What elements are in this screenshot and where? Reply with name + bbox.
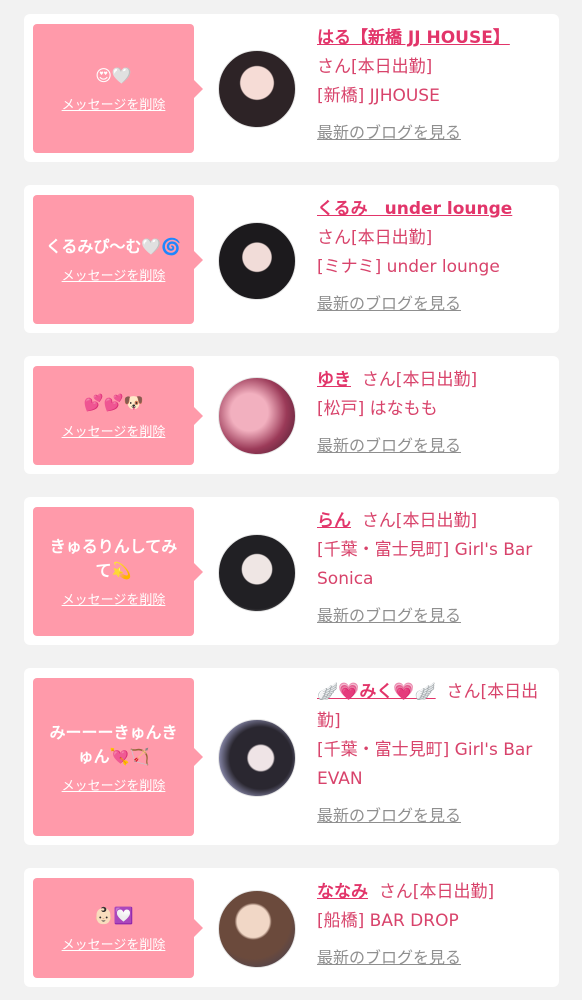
delete-message-link[interactable]: メッセージを削除 xyxy=(62,775,166,794)
blog-link[interactable]: 最新のブログを見る xyxy=(317,943,549,972)
cast-status: さん[本日出勤] xyxy=(361,370,478,390)
shop-name: [千葉・富士見町] Girl's Bar xyxy=(317,540,533,560)
delete-message-link[interactable]: メッセージを削除 xyxy=(62,265,166,284)
shop-name: [ミナミ] under lounge xyxy=(317,257,500,277)
message-bubble: 😍🤍 メッセージを削除 xyxy=(33,24,203,153)
message-text: くるみぴ〜む🤍🌀 xyxy=(45,237,182,256)
message-bubble: きゅるりんしてみて💫 メッセージを削除 xyxy=(33,507,203,636)
cast-name-link[interactable]: はる【新橋 JJ HOUSE】 xyxy=(317,28,510,48)
delete-message-link[interactable]: メッセージを削除 xyxy=(62,421,166,440)
shop-name-cont: Sonica xyxy=(317,569,374,589)
cast-info: らん さん[本日出勤] [千葉・富士見町] Girl's Bar Sonica … xyxy=(317,507,549,630)
message-card: 😍🤍 メッセージを削除 はる【新橋 JJ HOUSE】 さん[本日出勤] [新橋… xyxy=(24,14,559,162)
cast-name-link[interactable]: くるみ under lounge xyxy=(317,199,512,219)
cast-name-link[interactable]: ななみ xyxy=(317,882,368,902)
shop-name: [新橋] JJHOUSE xyxy=(317,86,440,106)
avatar[interactable] xyxy=(218,890,296,968)
message-card: 👶🏻💟 メッセージを削除 ななみ さん[本日出勤] [船橋] BAR DROP … xyxy=(24,868,559,987)
message-bubble: 👶🏻💟 メッセージを削除 xyxy=(33,878,203,978)
message-card: みーーーきゅんきゅん💘🏹 メッセージを削除 🪽💗みく💗🪽 さん[本日出勤] [千… xyxy=(24,668,559,845)
avatar[interactable] xyxy=(218,50,296,128)
delete-message-link[interactable]: メッセージを削除 xyxy=(62,94,166,113)
blog-link[interactable]: 最新のブログを見る xyxy=(317,289,549,318)
shop-name: [千葉・富士見町] Girl's Bar xyxy=(317,740,533,760)
cast-name-link[interactable]: 🪽💗みく💗🪽 xyxy=(317,682,436,702)
cast-status: さん[本日出勤] xyxy=(378,882,495,902)
cast-name-link[interactable]: らん xyxy=(317,511,351,531)
message-text: みーーーきゅんきゅん💘🏹 xyxy=(49,722,178,766)
avatar[interactable] xyxy=(218,719,296,797)
cast-info: ゆき さん[本日出勤] [松戸] はなもも 最新のブログを見る xyxy=(317,366,549,460)
avatar[interactable] xyxy=(218,534,296,612)
message-card: くるみぴ〜む🤍🌀 メッセージを削除 くるみ under lounge さん[本日… xyxy=(24,185,559,333)
cast-info: くるみ under lounge さん[本日出勤] [ミナミ] under lo… xyxy=(317,195,549,318)
message-bubble: みーーーきゅんきゅん💘🏹 メッセージを削除 xyxy=(33,678,203,836)
message-list: 😍🤍 メッセージを削除 はる【新橋 JJ HOUSE】 さん[本日出勤] [新橋… xyxy=(0,0,582,1000)
blog-link[interactable]: 最新のブログを見る xyxy=(317,118,549,147)
message-card: きゅるりんしてみて💫 メッセージを削除 らん さん[本日出勤] [千葉・富士見町… xyxy=(24,497,559,645)
message-bubble: くるみぴ〜む🤍🌀 メッセージを削除 xyxy=(33,195,203,324)
cast-name-link[interactable]: ゆき xyxy=(317,370,351,390)
message-text: きゅるりんしてみて💫 xyxy=(49,537,178,580)
avatar[interactable] xyxy=(218,222,296,300)
shop-name: [船橋] BAR DROP xyxy=(317,911,459,931)
cast-info: はる【新橋 JJ HOUSE】 さん[本日出勤] [新橋] JJHOUSE 最新… xyxy=(317,24,549,147)
message-text: 👶🏻💟 xyxy=(93,905,134,925)
avatar[interactable] xyxy=(218,377,296,455)
cast-status: さん[本日出勤] xyxy=(317,228,433,248)
blog-link[interactable]: 最新のブログを見る xyxy=(317,601,549,630)
message-bubble: 💕💕🐶 メッセージを削除 xyxy=(33,366,203,465)
delete-message-link[interactable]: メッセージを削除 xyxy=(62,934,166,953)
cast-info: 🪽💗みく💗🪽 さん[本日出勤] [千葉・富士見町] Girl's Bar EVA… xyxy=(317,678,549,830)
cast-status: さん[本日出勤] xyxy=(317,57,433,77)
shop-name: [松戸] はなもも xyxy=(317,399,438,419)
message-card: 💕💕🐶 メッセージを削除 ゆき さん[本日出勤] [松戸] はなもも 最新のブロ… xyxy=(24,356,559,474)
delete-message-link[interactable]: メッセージを削除 xyxy=(62,589,166,608)
message-text: 😍🤍 xyxy=(95,66,132,85)
blog-link[interactable]: 最新のブログを見る xyxy=(317,801,549,830)
shop-name-cont: EVAN xyxy=(317,769,363,789)
cast-status: さん[本日出勤] xyxy=(361,511,478,531)
message-text: 💕💕🐶 xyxy=(83,393,144,412)
blog-link[interactable]: 最新のブログを見る xyxy=(317,431,549,460)
cast-info: ななみ さん[本日出勤] [船橋] BAR DROP 最新のブログを見る xyxy=(317,878,549,972)
